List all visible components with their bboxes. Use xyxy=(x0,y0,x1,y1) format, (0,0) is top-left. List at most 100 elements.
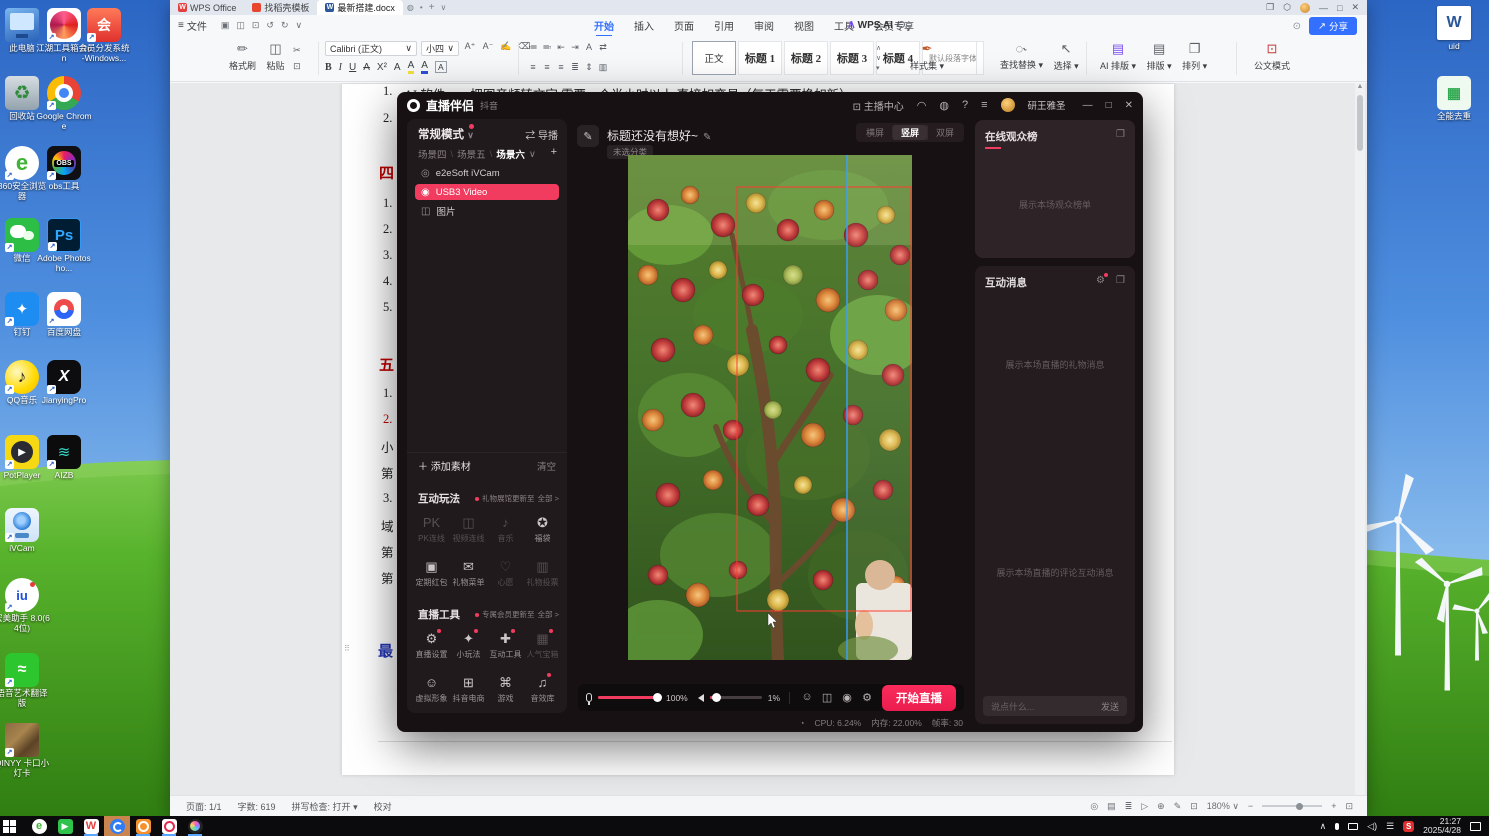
fullscreen-icon[interactable]: ⊡ xyxy=(1345,801,1353,812)
share-button[interactable]: ↗ 分享 xyxy=(1309,17,1357,35)
settings-icon[interactable]: ⚙ xyxy=(859,691,875,704)
paragraph-tool-icon[interactable]: ≕ xyxy=(540,42,554,53)
alignment-tool-icon[interactable]: ▥ xyxy=(596,62,610,73)
feature-心愿[interactable]: ♡ 心愿 xyxy=(487,559,524,588)
feature-福袋[interactable]: ✪ 福袋 xyxy=(524,515,561,544)
underline-button[interactable]: U xyxy=(349,62,356,73)
view-mode-icon[interactable]: ⊡ xyxy=(1190,801,1198,812)
usb-video-source[interactable]: ◉ USB3 Video xyxy=(415,184,559,200)
popout-icon[interactable]: ❐ xyxy=(1116,129,1125,140)
desktop-icon[interactable]: ≋ ↗ AIZB xyxy=(36,435,92,481)
spell-check[interactable]: 拼写检查: 打开 ▾ xyxy=(292,800,358,813)
feature-虚拟形象[interactable]: ☺ 虚拟形象 xyxy=(413,675,450,704)
desktop-icon[interactable]: iu↗宏美助手 8.0(64位) xyxy=(0,578,50,634)
comment-bubble-icon[interactable]: ◍ xyxy=(407,3,414,12)
tray-expand-icon[interactable]: ∧ xyxy=(1320,821,1327,832)
view-mode-icon[interactable]: ▷ xyxy=(1141,801,1148,812)
speaker-icon[interactable] xyxy=(694,693,704,702)
view-mode-icon[interactable]: ✎ xyxy=(1174,801,1182,812)
quick-access-icon[interactable]: ⊡ xyxy=(252,20,260,31)
font-size-select[interactable]: 小四 ∨ xyxy=(421,41,459,56)
preview-video[interactable] xyxy=(613,155,926,670)
feature-直播设置[interactable]: ⚙ 直播设置 xyxy=(413,629,450,660)
panel-icon[interactable]: ◫ xyxy=(819,691,835,704)
text-effect-icon[interactable]: ✍ xyxy=(499,41,513,56)
beauty-icon[interactable]: ☺ xyxy=(799,691,815,704)
feature-互动工具[interactable]: ✚ 互动工具 xyxy=(487,629,524,660)
mode-select[interactable]: 常规模式 ∨ xyxy=(418,126,474,142)
desktop-icon[interactable]: ↗ 百度网盘 xyxy=(36,292,92,338)
scene-tab[interactable]: 场景六 xyxy=(496,147,525,161)
wps-close-button[interactable]: ✕ xyxy=(1351,2,1359,13)
feature-小玩法[interactable]: ✦ 小玩法 xyxy=(450,629,487,660)
anchor-center-link[interactable]: ⊡ 主播中心 xyxy=(853,98,904,113)
increase-font-icon[interactable]: A⁺ xyxy=(463,41,477,56)
username[interactable]: 研王雅圣 xyxy=(1028,98,1066,112)
orientation-横屏[interactable]: 横屏 xyxy=(858,125,892,140)
zoom-level[interactable]: 180% ∨ xyxy=(1207,801,1239,812)
mic-volume-slider[interactable] xyxy=(598,693,662,702)
orientation-toggle[interactable]: 横屏 竖屏 双屏 xyxy=(855,123,964,142)
style-set-button[interactable]: ✒ 样式集 ▾ xyxy=(906,40,948,73)
feature-视频连线[interactable]: ◫ 视频连线 xyxy=(450,515,487,544)
interact-all-link[interactable]: 全部 > xyxy=(538,493,559,504)
tools-all-link[interactable]: 全部 > xyxy=(538,609,559,620)
alignment-tool-icon[interactable]: ≡ xyxy=(526,62,540,72)
style-item[interactable]: 标题 3 xyxy=(830,41,874,75)
wps-minimize-button[interactable]: — xyxy=(1319,3,1328,13)
desktop-icon[interactable]: Ps ↗ Adobe Photosho... xyxy=(36,218,92,274)
ai-layout-button[interactable]: ▤ AI 排版 ▾ xyxy=(1096,40,1140,73)
paste-button[interactable]: ◫ 粘贴 xyxy=(263,40,289,73)
alignment-tool-icon[interactable]: ≡ xyxy=(554,62,568,72)
wps-ai-menu[interactable]: Λ WPS AI xyxy=(848,20,893,31)
style-item[interactable]: 标题 2 xyxy=(784,41,828,75)
alignment-tool-icon[interactable]: ⇕ xyxy=(582,62,596,73)
typeset-button[interactable]: ▤ 排版 ▾ xyxy=(1143,40,1176,73)
alignment-tool-icon[interactable]: ≡ xyxy=(540,62,554,72)
desktop-icon[interactable]: ↗ Google Chrome xyxy=(36,76,92,132)
message-popout-icon[interactable]: ❐ xyxy=(1116,275,1125,286)
live-maximize-button[interactable]: □ xyxy=(1106,100,1112,111)
format-painter-button[interactable]: ✏ 格式刷 xyxy=(225,40,260,73)
cut-icon[interactable]: ✂ xyxy=(293,45,301,56)
font-color-button[interactable]: A xyxy=(421,60,428,74)
edit-title-icon[interactable]: ✎ xyxy=(577,125,599,147)
superscript-button[interactable]: X² xyxy=(377,62,387,73)
menu-开始[interactable]: 开始 xyxy=(590,17,618,37)
cloud-sync-icon[interactable]: ⊙ xyxy=(1293,21,1301,32)
clock[interactable]: 21:27 2025/4/28 xyxy=(1423,816,1461,836)
view-mode-icon[interactable]: ⊕ xyxy=(1157,801,1165,812)
style-item[interactable]: 正文 xyxy=(692,41,736,75)
decrease-font-icon[interactable]: A⁻ xyxy=(481,41,495,56)
select-button[interactable]: ↖ 选择 ▾ xyxy=(1050,40,1083,73)
wps-tab[interactable]: 找稻壳模板 xyxy=(244,0,317,15)
feature-抖音电商[interactable]: ⊞ 抖音电商 xyxy=(450,675,487,704)
orientation-竖屏[interactable]: 竖屏 xyxy=(891,125,927,140)
quick-access-icon[interactable]: ▣ xyxy=(221,20,230,31)
font-name-select[interactable]: Calibri (正文) ∨ xyxy=(325,41,417,56)
video-app[interactable]: ▶ xyxy=(52,816,78,836)
start-live-button[interactable]: 开始直播 xyxy=(882,684,956,711)
view-mode-icon[interactable]: ▤ xyxy=(1107,801,1116,812)
text-outline-button[interactable]: A xyxy=(394,62,401,73)
wps-avatar[interactable] xyxy=(1300,2,1311,13)
enclose-char-button[interactable]: A xyxy=(434,61,447,73)
desktop-icon[interactable]: OBS ↗ obs工具 xyxy=(36,146,92,192)
vertical-scrollbar[interactable]: ▲ xyxy=(1355,83,1365,795)
message-card-title[interactable]: 互动消息 xyxy=(985,275,1027,290)
view-mode-icon[interactable]: ≣ xyxy=(1125,801,1133,812)
paragraph-drag-handle[interactable]: ⠿ xyxy=(344,645,352,657)
help-icon[interactable]: ? xyxy=(962,99,968,112)
scrollbar-thumb[interactable] xyxy=(1357,95,1363,151)
widgets-icon[interactable]: ⬡ xyxy=(1283,2,1291,13)
feature-定期红包[interactable]: ▣ 定期红包 xyxy=(413,559,450,588)
feature-礼物投票[interactable]: ▥ 礼物投票 xyxy=(524,559,561,588)
camera-icon[interactable]: ◉ xyxy=(839,691,855,704)
bold-button[interactable]: B xyxy=(325,62,332,73)
word-count[interactable]: 字数: 619 xyxy=(238,800,276,813)
speaker-volume-slider[interactable] xyxy=(709,693,762,702)
view-mode-icon[interactable]: ◎ xyxy=(1090,801,1098,812)
add-material-button[interactable]: ＋ 添加素材 xyxy=(418,458,471,473)
highlight-button[interactable]: A xyxy=(407,60,415,74)
menu-引用[interactable]: 引用 xyxy=(710,17,738,34)
